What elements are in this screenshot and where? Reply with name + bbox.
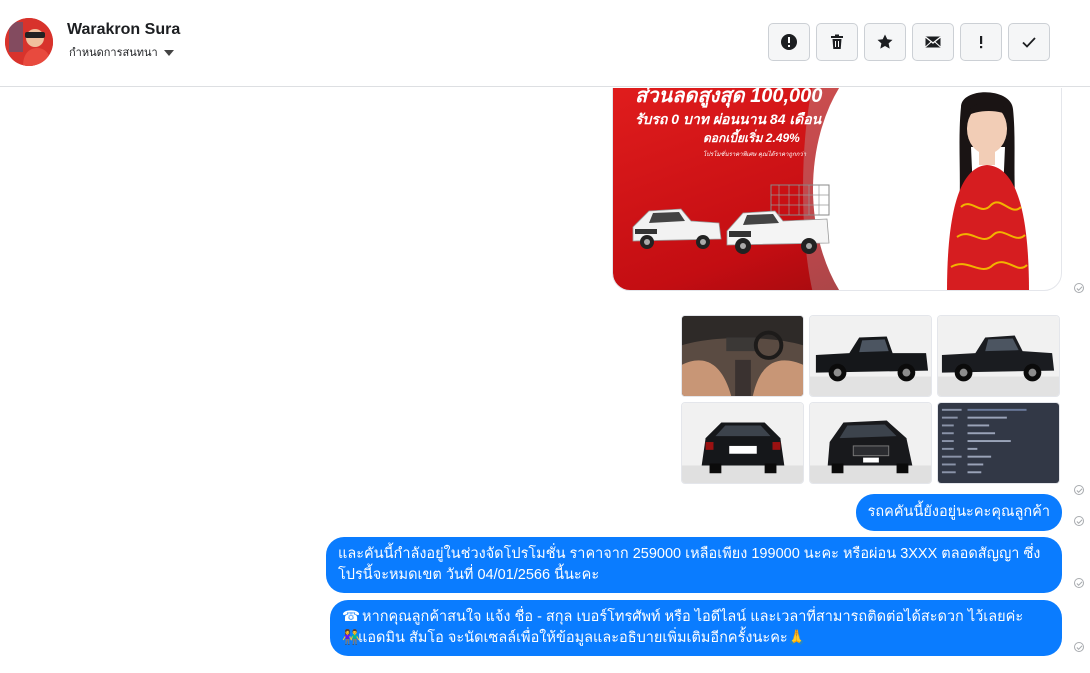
seen-indicator [1074,485,1084,495]
check-small-icon [1076,580,1082,586]
seen-indicator [1074,642,1084,652]
conversation-toolbar [768,23,1050,61]
photo-thumb-rear[interactable] [681,402,804,484]
black-pickup-front-image [810,403,931,483]
telephone-icon: ☎ [342,609,361,625]
message-bubble-2[interactable]: และคันนี้กำลังอยู่ในช่วงจัดโปรโมชั่น ราค… [326,537,1062,593]
promo-line-3: ดอกเบี้ยเริ่ม 2.49% [703,131,800,145]
photo-thumb-interior[interactable] [681,315,804,397]
avatar[interactable] [5,18,53,66]
white-pickup-truck-image [632,208,722,249]
message-bubble-1[interactable]: รถคคันนี้ยังอยู่นะคะคุณลูกค้า [855,494,1062,531]
message-line-1: ☎ หากคุณลูกค้าสนใจ แจ้ง ชื่อ - สกุล เบอร… [342,607,1050,628]
spec-sheet-image [938,403,1059,483]
message-line-2: 👫แอดมิน สัมโอ จะนัดเซลล์เพื่อให้ข้อมูลแล… [342,628,1050,649]
delete-button[interactable] [816,23,858,61]
seen-indicator [1074,516,1084,526]
trash-icon [831,34,843,49]
star-button[interactable] [864,23,906,61]
black-pickup-angle-image [938,316,1059,396]
follow-up-button[interactable] [960,23,1002,61]
pray-icon: 🙏 [787,630,806,646]
promo-line-1: ส่วนลดสูงสุด 100,000 [635,88,823,107]
promo-model-image [947,92,1029,290]
mark-unread-button[interactable] [912,23,954,61]
check-small-icon [1076,285,1082,291]
message-bubble-3[interactable]: ☎ หากคุณลูกค้าสนใจ แจ้ง ชื่อ - สกุล เบอร… [330,600,1062,656]
photo-album-message [681,315,1060,484]
car-interior-image [682,316,803,396]
promo-image-message[interactable]: ส่วนลดสูงสุด 100,000 รับรถ 0 บาท ผ่อนนาน… [612,88,1062,291]
assign-conversation-dropdown[interactable]: กำหนดการสนทนา [69,43,174,61]
exclamation-icon [980,36,983,49]
photo-thumb-spec-sheet[interactable] [937,402,1060,484]
seen-indicator [1074,283,1084,293]
white-pickup-rack-image [726,184,830,254]
photo-thumb-side[interactable] [809,315,932,397]
message-text-1: หากคุณลูกค้าสนใจ แจ้ง ชื่อ - สกุล เบอร์โ… [362,609,1024,625]
black-pickup-side-image [810,316,931,396]
report-spam-button[interactable] [768,23,810,61]
checkmark-icon [1022,37,1036,48]
check-small-icon [1076,518,1082,524]
assign-conversation-label: กำหนดการสนทนา [69,47,158,59]
mark-done-button[interactable] [1008,23,1050,61]
seen-indicator [1074,578,1084,588]
promo-line-2: รับรถ 0 บาท ผ่อนนาน 84 เดือน [635,111,822,127]
photo-thumb-front[interactable] [809,402,932,484]
message-text-2: แอดมิน สัมโอ จะนัดเซลล์เพื่อให้ข้อมูลและ… [358,630,788,646]
check-small-icon [1076,644,1082,650]
promo-line-4: โปรโมชั่นราคาพิเศษ คุณได้ราคาถูกกว่า [703,152,807,158]
conversation-header: Warakron Sura กำหนดการสนทนา [0,0,1090,87]
contact-name[interactable]: Warakron Sura [67,21,180,39]
check-small-icon [1076,487,1082,493]
people-icon: 👫 [342,630,361,646]
black-pickup-rear-image [682,403,803,483]
message-thread[interactable]: ส่วนลดสูงสุด 100,000 รับรถ 0 บาท ผ่อนนาน… [0,88,1090,673]
photo-thumb-side-front[interactable] [937,315,1060,397]
star-icon [877,34,893,49]
alert-circle-icon [781,34,797,50]
caret-down-icon [163,49,174,56]
envelope-icon [925,36,941,48]
